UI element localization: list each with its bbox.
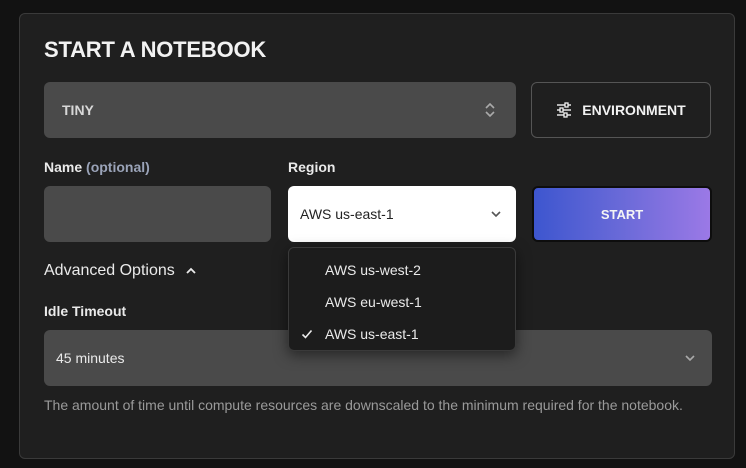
- region-dropdown-menu: AWS us-west-2 AWS eu-west-1 AWS us-east-…: [288, 247, 516, 351]
- instance-size-value: TINY: [62, 102, 94, 118]
- region-option-us-west-2[interactable]: AWS us-west-2: [289, 254, 515, 286]
- region-label: Region: [288, 159, 336, 175]
- panel-title: START A NOTEBOOK: [44, 37, 267, 62]
- advanced-options-label: Advanced Options: [44, 262, 175, 279]
- idle-timeout-help-text: The amount of time until compute resourc…: [44, 397, 683, 413]
- name-label-text: Name: [44, 159, 83, 175]
- name-field-label: Name (optional): [44, 159, 150, 175]
- region-option-us-east-1[interactable]: AWS us-east-1: [289, 318, 515, 350]
- region-option-label: AWS us-east-1: [325, 326, 419, 342]
- sliders-icon: [557, 102, 572, 118]
- region-selected-value: AWS us-east-1: [300, 206, 394, 222]
- idle-timeout-value: 45 minutes: [56, 350, 125, 366]
- region-select[interactable]: AWS us-east-1: [288, 186, 516, 242]
- advanced-options-toggle[interactable]: Advanced Options: [44, 262, 197, 280]
- name-input[interactable]: [44, 186, 271, 242]
- start-button[interactable]: START: [532, 186, 712, 242]
- region-option-label: AWS us-west-2: [325, 262, 421, 278]
- check-icon: [301, 329, 313, 339]
- optional-label: (optional): [86, 159, 150, 175]
- environment-button-label: ENVIRONMENT: [582, 102, 686, 118]
- chevron-up-icon: [186, 267, 196, 274]
- region-option-eu-west-1[interactable]: AWS eu-west-1: [289, 286, 515, 318]
- updown-chevron-icon: [485, 102, 495, 118]
- instance-size-select[interactable]: TINY: [44, 82, 516, 138]
- chevron-down-icon: [491, 211, 501, 218]
- environment-button[interactable]: ENVIRONMENT: [531, 82, 711, 138]
- chevron-down-icon: [685, 355, 695, 362]
- start-notebook-panel: START A NOTEBOOK TINY ENVIRONMENT Name (…: [19, 13, 735, 459]
- idle-timeout-label: Idle Timeout: [44, 303, 127, 319]
- region-option-label: AWS eu-west-1: [325, 294, 422, 310]
